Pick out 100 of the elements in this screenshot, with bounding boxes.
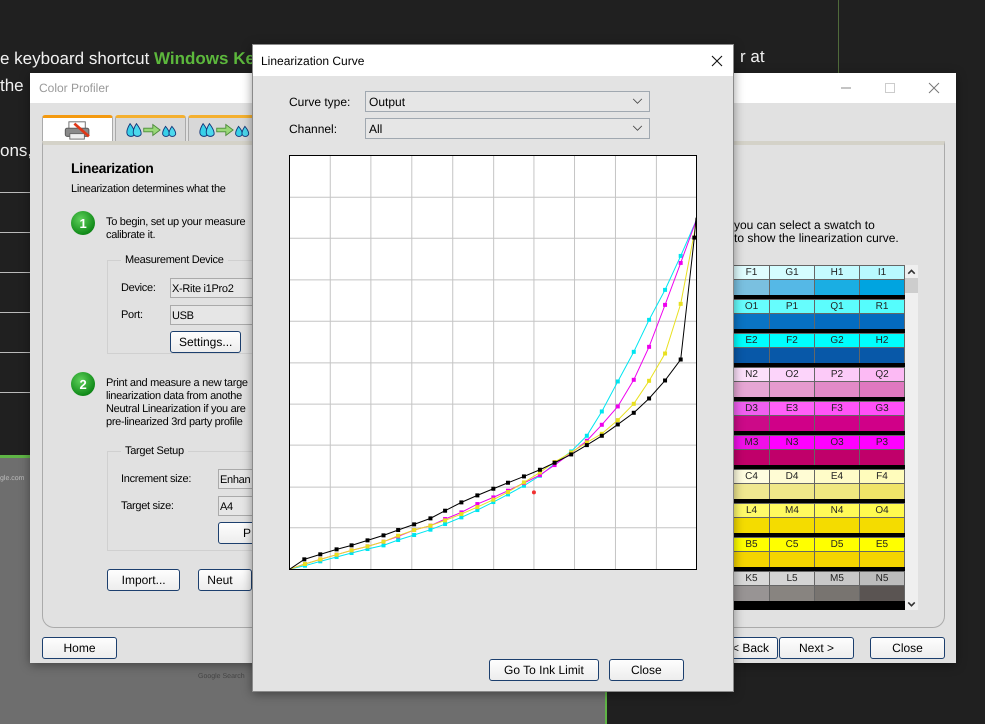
swatch-label[interactable]: D3 [734,402,769,415]
swatch-label[interactable]: O1 [734,300,769,313]
swatch-label[interactable]: N2 [734,368,769,381]
swatch-label[interactable]: E5 [860,538,904,551]
swatch-label[interactable]: G1 [770,266,814,279]
color-swatch[interactable] [770,450,814,465]
swatch-label[interactable]: R1 [860,300,904,313]
color-swatch[interactable] [815,518,859,533]
swatch-label[interactable]: F1 [734,266,769,279]
swatch-label[interactable]: O3 [815,436,859,449]
import-button[interactable]: Import... [107,569,180,591]
color-swatch[interactable] [815,382,859,397]
color-swatch[interactable] [734,552,769,567]
tab[interactable] [42,115,113,141]
swatch-label[interactable]: E2 [734,334,769,347]
swatch-label[interactable]: N4 [815,504,859,517]
step-text: To begin, set up your measure calibrate it. [106,216,246,242]
neutral-button[interactable]: Neut [198,569,252,591]
color-swatch[interactable] [860,382,904,397]
color-swatch[interactable] [860,518,904,533]
color-swatch[interactable] [734,348,769,363]
color-swatch[interactable] [734,450,769,465]
color-swatch[interactable] [815,416,859,431]
color-swatch[interactable] [734,518,769,533]
swatch-label[interactable]: L4 [734,504,769,517]
swatch-label[interactable]: K5 [734,572,769,585]
color-swatch[interactable] [815,586,859,601]
swatch-label[interactable]: I1 [860,266,904,279]
color-swatch[interactable] [734,586,769,601]
swatch-label[interactable]: P3 [860,436,904,449]
swatch-label[interactable]: Q2 [860,368,904,381]
swatch-label[interactable]: O4 [860,504,904,517]
home-button[interactable]: Home [42,637,117,659]
swatch-label[interactable]: F3 [815,402,859,415]
swatch-label[interactable]: F2 [770,334,814,347]
color-swatch[interactable] [734,314,769,329]
color-swatch[interactable] [815,450,859,465]
swatch-label[interactable]: G2 [815,334,859,347]
swatch-label[interactable]: Q1 [815,300,859,313]
color-swatch[interactable] [734,416,769,431]
close-icon[interactable] [711,54,723,66]
swatch-label[interactable]: C5 [770,538,814,551]
color-swatch[interactable] [770,416,814,431]
swatch-label[interactable]: N3 [770,436,814,449]
swatch-label[interactable]: P2 [815,368,859,381]
close-button[interactable]: Close [870,637,945,659]
swatch-label[interactable]: H2 [860,334,904,347]
settings-button[interactable]: Settings... [170,331,242,353]
color-swatch[interactable] [770,518,814,533]
swatch-label[interactable]: C4 [734,470,769,483]
color-swatch[interactable] [860,450,904,465]
swatch-label[interactable]: D5 [815,538,859,551]
color-swatch[interactable] [734,484,769,499]
window-title: Color Profiler [39,81,110,95]
color-swatch[interactable] [770,314,814,329]
color-swatch[interactable] [860,280,904,295]
color-swatch[interactable] [860,552,904,567]
color-swatch[interactable] [815,552,859,567]
swatch-label[interactable]: M3 [734,436,769,449]
dropdown-field[interactable]: Output [365,91,650,112]
color-swatch[interactable] [860,416,904,431]
color-swatch[interactable] [860,484,904,499]
color-swatch[interactable] [815,314,859,329]
color-swatch[interactable] [734,382,769,397]
ink-limit-button[interactable]: Go To Ink Limit [489,659,599,681]
color-swatch[interactable] [734,280,769,295]
swatch-label[interactable]: M4 [770,504,814,517]
color-swatch[interactable] [770,348,814,363]
swatch-label[interactable]: E4 [815,470,859,483]
swatch-label[interactable]: L5 [770,572,814,585]
swatch-label[interactable]: F4 [860,470,904,483]
next-button[interactable]: Next > [779,637,854,659]
dialog-title: Linearization Curve [261,54,364,68]
maximize-icon[interactable] [884,82,896,94]
field-label: Device: [121,282,157,294]
swatch-label[interactable]: G3 [860,402,904,415]
swatch-label[interactable]: E3 [770,402,814,415]
swatch-label[interactable]: M5 [815,572,859,585]
color-swatch[interactable] [860,586,904,601]
tab[interactable] [115,115,186,141]
color-swatch[interactable] [770,280,814,295]
scrollbar[interactable] [905,265,918,610]
scroll-thumb[interactable] [905,278,918,293]
color-swatch[interactable] [815,280,859,295]
dropdown-field[interactable]: All [365,118,650,139]
close-button[interactable]: Close [608,659,684,681]
swatch-label[interactable]: B5 [734,538,769,551]
swatch-label[interactable]: D4 [770,470,814,483]
color-swatch[interactable] [815,348,859,363]
color-swatch[interactable] [770,586,814,601]
swatch-label[interactable]: P1 [770,300,814,313]
swatch-label[interactable]: H1 [815,266,859,279]
color-swatch[interactable] [860,348,904,363]
color-swatch[interactable] [815,484,859,499]
swatch-label[interactable]: N5 [860,572,904,585]
color-swatch[interactable] [770,484,814,499]
color-swatch[interactable] [860,314,904,329]
color-swatch[interactable] [770,552,814,567]
swatch-label[interactable]: O2 [770,368,814,381]
color-swatch[interactable] [770,382,814,397]
